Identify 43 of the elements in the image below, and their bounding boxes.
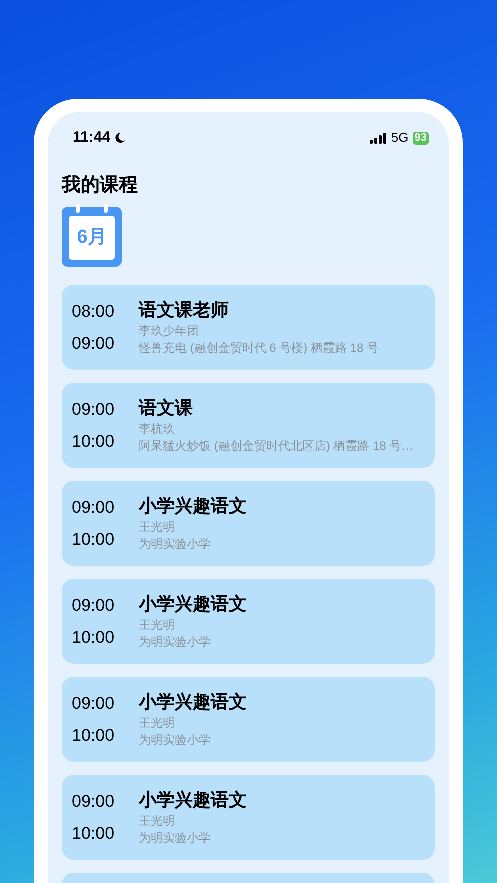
teacher-name: 李玖少年团 bbox=[139, 323, 200, 340]
start-time: 09:00 bbox=[72, 496, 116, 518]
teacher-name: 李杭玖 bbox=[139, 421, 176, 438]
end-time: 10:00 bbox=[72, 626, 116, 648]
month-label: 6月 bbox=[77, 226, 107, 250]
end-time: 10:00 bbox=[72, 430, 116, 452]
network-label: 5G bbox=[391, 129, 409, 148]
course-location: 为明实验小学 bbox=[139, 830, 212, 847]
course-card[interactable]: 08:00 09:00 语文课老师 李玖少年团 怪兽充电 (融创金贸时代 6 号楼) 栖霞路 18 号 bbox=[62, 285, 435, 370]
moon-icon bbox=[114, 132, 126, 144]
end-time: 09:00 bbox=[72, 332, 116, 354]
course-location: 阿呆猛火炒饭 (融创金贸时代北区店) 栖霞路 18 号… bbox=[139, 438, 414, 455]
course-name: 语文课 bbox=[139, 397, 194, 420]
start-time: 09:00 bbox=[72, 398, 116, 420]
course-name: 小学兴趣语文 bbox=[139, 691, 247, 714]
status-time: 11:44 bbox=[73, 128, 111, 148]
course-card[interactable]: 09:00 10:00 语文课 李杭玖 阿呆猛火炒饭 (融创金贸时代北区店) 栖霞路 18 号… bbox=[62, 383, 435, 468]
teacher-name: 王光明 bbox=[139, 715, 176, 732]
course-card[interactable]: 09:00 10:00 小学兴趣语文 王光明 为明实验小学 bbox=[62, 775, 435, 860]
course-card[interactable]: 09:00 10:00 小学兴趣语文 王光明 为明实验小学 bbox=[62, 481, 435, 566]
start-time: 08:00 bbox=[72, 300, 116, 322]
course-card[interactable]: 09:00 10:00 小学兴趣语文 王光明 为明实验小学 bbox=[62, 677, 435, 762]
course-location: 为明实验小学 bbox=[139, 634, 212, 651]
course-name: 小学兴趣语文 bbox=[139, 495, 247, 518]
teacher-name: 王光明 bbox=[139, 519, 176, 536]
start-time: 09:00 bbox=[72, 790, 116, 812]
page-title: 我的课程 bbox=[62, 174, 139, 198]
battery-indicator: 93 bbox=[412, 132, 429, 144]
course-name: 小学兴趣语文 bbox=[139, 593, 247, 616]
teacher-name: 王光明 bbox=[139, 813, 176, 830]
start-time: 09:00 bbox=[72, 594, 116, 616]
course-location: 怪兽充电 (融创金贸时代 6 号楼) 栖霞路 18 号 bbox=[139, 340, 380, 357]
course-name: 语文课老师 bbox=[139, 299, 230, 322]
course-name: 小学兴趣语文 bbox=[139, 789, 247, 812]
end-time: 10:00 bbox=[72, 822, 116, 844]
course-location: 为明实验小学 bbox=[139, 536, 212, 553]
signal-icon bbox=[370, 132, 388, 144]
course-card[interactable]: 09:00 10:00 小学兴趣语文 王光明 为明实验小学 bbox=[62, 579, 435, 664]
start-time: 09:00 bbox=[72, 692, 116, 714]
end-time: 10:00 bbox=[72, 724, 116, 746]
teacher-name: 王光明 bbox=[139, 617, 176, 634]
end-time: 10:00 bbox=[72, 528, 116, 550]
course-location: 为明实验小学 bbox=[139, 732, 212, 749]
